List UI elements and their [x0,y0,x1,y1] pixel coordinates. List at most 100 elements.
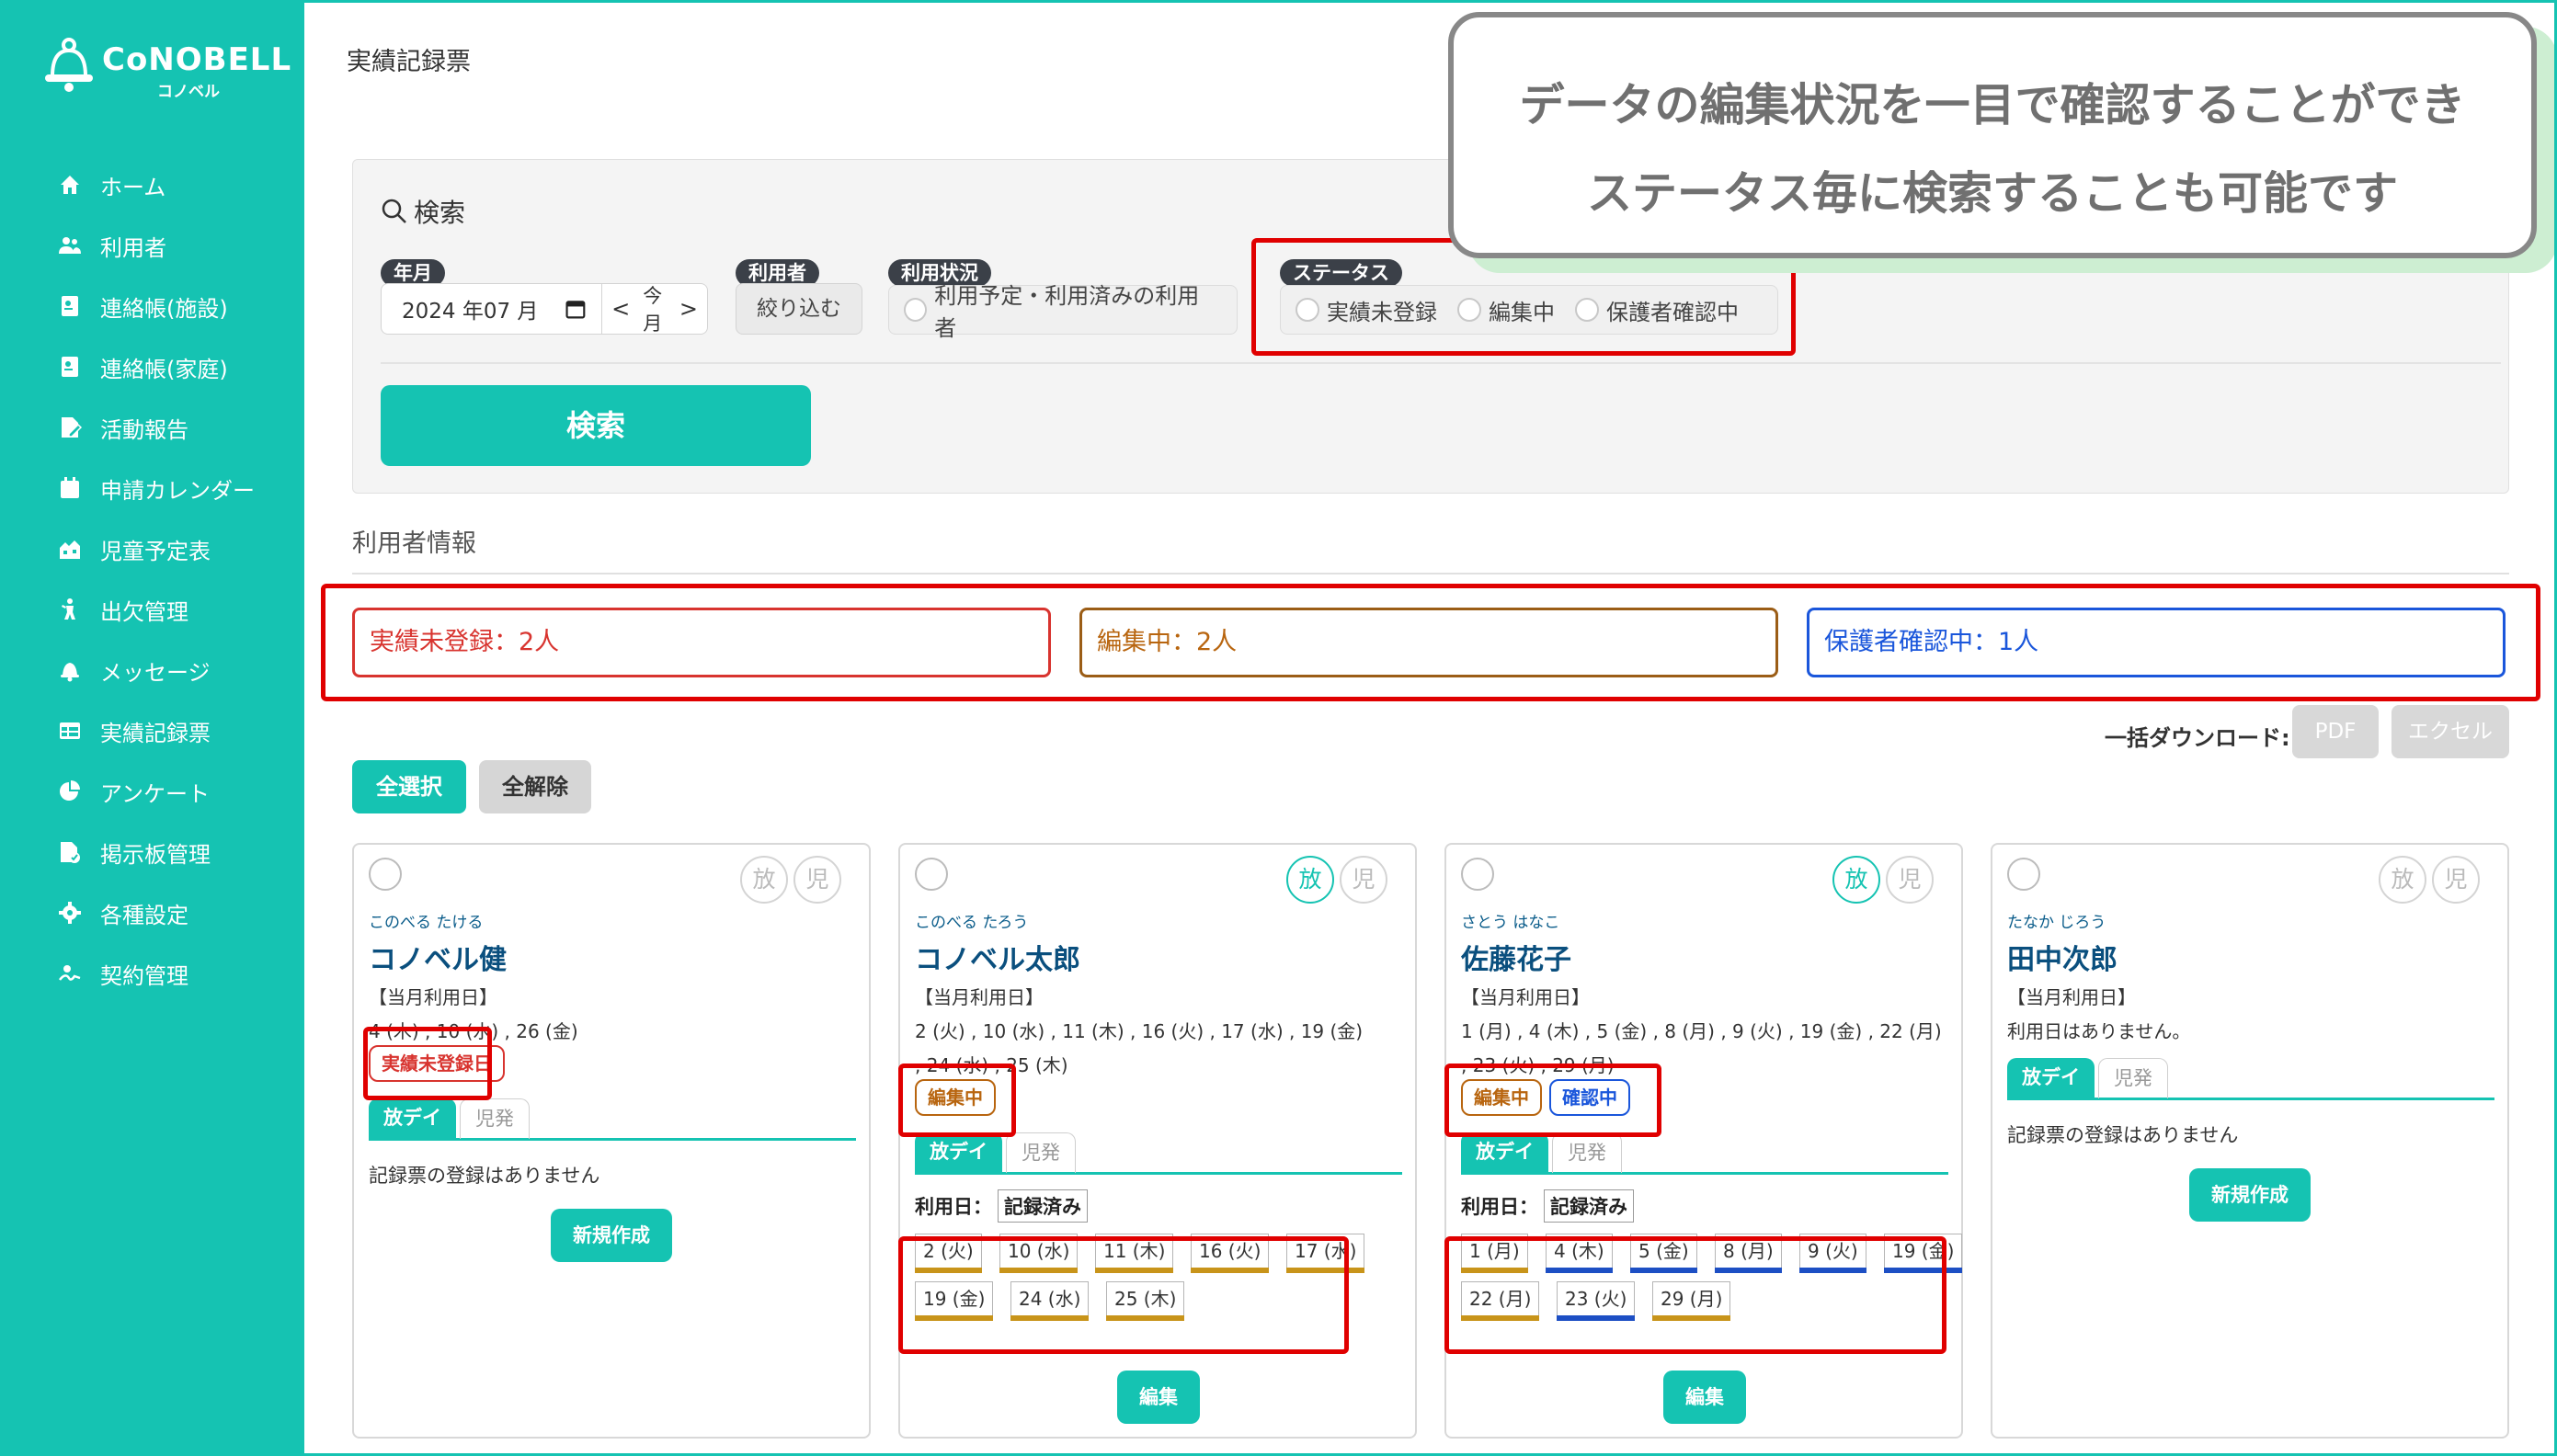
next-month-button[interactable]: > [679,296,698,322]
usage-heading: 【当月利用日】 [1461,986,1590,1008]
tab-houday[interactable]: 放デイ [2007,1058,2095,1098]
card-checkbox[interactable] [915,858,948,891]
board-icon [56,838,84,866]
service-hou-badge[interactable]: 放 [1286,856,1334,904]
deselect-all-button[interactable]: 全解除 [479,760,591,813]
sidebar-item-11[interactable]: アンケート [3,761,304,822]
tab-jihatsu[interactable]: 児発 [1552,1132,1622,1173]
sidebar-item-label: 実績記録票 [100,720,211,746]
tab-houday[interactable]: 放デイ [915,1132,1002,1173]
sidebar-item-label: メッセージ [100,659,211,686]
sidebar-item-label: 利用者 [100,234,166,261]
contact-book-icon [56,353,84,381]
pdf-button[interactable]: PDF [2292,705,2379,758]
sidebar-item-1[interactable]: ホーム [3,154,304,215]
edit-button[interactable]: 編集 [1117,1371,1200,1424]
tab-houday[interactable]: 放デイ [369,1098,456,1139]
gear-icon [56,899,84,927]
tab-jihatsu[interactable]: 児発 [1006,1132,1076,1173]
card-checkbox[interactable] [1461,858,1494,891]
edit-button[interactable]: 編集 [1663,1371,1746,1424]
brand-name: CoNOBELL [102,41,292,78]
sidebar-item-9[interactable]: メッセージ [3,640,304,700]
service-hou-badge[interactable]: 放 [740,856,788,904]
user-name[interactable]: 田中次郎 [2007,937,2118,977]
select-all-button[interactable]: 全選択 [352,760,466,813]
sidebar-item-12[interactable]: 掲示板管理 [3,822,304,882]
summary-parent-confirm[interactable]: 保護者確認中：1人 [1807,608,2506,677]
use-day-label: 利用日： [915,1196,992,1218]
tab-jihatsu[interactable]: 児発 [460,1098,530,1139]
sidebar-nav: ホーム利用者連絡帳(施設) 連絡帳(家庭) 活動報告申請カレンダー 児童予定表出欠管理… [3,154,304,1004]
user-card: 放児たなか じろう 田中次郎 【当月利用日】 利用日はありません。 放デイ 児発 記録票の登… [1991,843,2509,1439]
user-kana: さとう はなこ [1461,914,1560,932]
table-icon [56,717,84,745]
page-title: 実績記録票 [347,48,471,76]
sidebar-item-7[interactable]: 児童予定表 [3,518,304,579]
search-heading: 検索 [381,193,465,230]
calendar-icon[interactable] [565,296,587,322]
service-ji-badge[interactable]: 児 [793,856,841,904]
section-divider [352,573,2509,574]
sidebar-item-3[interactable]: 連絡帳(施設) [3,276,304,336]
service-ji-badge[interactable]: 児 [1340,856,1387,904]
card2-dates-highlight [898,1236,1349,1354]
service-ji-badge[interactable]: 児 [2432,856,2480,904]
calendar-icon [56,474,84,502]
card-checkbox[interactable] [369,858,402,891]
user-name[interactable]: コノベル太郎 [915,937,1080,977]
sidebar-item-5[interactable]: 活動報告 [3,397,304,458]
use-day-row: 利用日： 記録済み [915,1189,1088,1223]
sidebar-item-label: 各種設定 [100,902,188,928]
new-record-button[interactable]: 新規作成 [2189,1168,2311,1222]
tab-houday[interactable]: 放デイ [1461,1132,1548,1173]
sidebar-item-4[interactable]: 連絡帳(家庭) [3,336,304,397]
sidebar-item-label: 活動報告 [100,416,188,443]
service-tabs: 放デイ 児発 [2007,1058,2494,1100]
user-name[interactable]: コノベル健 [369,937,507,977]
search-icon [382,199,406,223]
sidebar-item-label: 連絡帳(施設) [100,295,228,322]
sidebar-item-13[interactable]: 各種設定 [3,882,304,943]
service-hou-badge[interactable]: 放 [1832,856,1880,904]
this-month-button[interactable]: 今月 [643,281,667,336]
service-tabs: 放デイ 児発 [915,1132,1402,1175]
prev-month-button[interactable]: < [611,296,630,322]
schedule-icon [56,535,84,563]
sidebar-item-8[interactable]: 出欠管理 [3,579,304,640]
summary-editing[interactable]: 編集中：2人 [1079,608,1778,677]
user-name[interactable]: 佐藤花子 [1461,937,1571,977]
sidebar-item-10[interactable]: 実績記録票 [3,700,304,761]
card1-badge-highlight [363,1027,492,1100]
summary-unregistered[interactable]: 実績未登録：2人 [352,608,1051,677]
user-filter-button[interactable]: 絞り込む [736,283,862,335]
tab-jihatsu[interactable]: 児発 [2098,1058,2168,1098]
card3-badge-highlight [1444,1064,1661,1137]
recorded-tag: 記録済み [1544,1189,1634,1223]
sidebar-item-label: 児童予定表 [100,538,211,564]
excel-button[interactable]: エクセル [2391,705,2509,758]
month-nav: < 今月 > [601,283,707,335]
usage-option-label: 利用予定・利用済みの利用者 [934,283,1200,341]
service-hou-badge[interactable]: 放 [2379,856,2426,904]
brand-sub: コノベル [157,83,220,101]
usage-heading: 【当月利用日】 [915,986,1044,1008]
sidebar-item-14[interactable]: 契約管理 [3,943,304,1004]
app-window: CoNOBELL コノベル ホーム利用者連絡帳(施設) 連絡帳(家庭) 活動報告申請… [0,0,2557,1456]
new-record-button[interactable]: 新規作成 [551,1209,672,1262]
brand-logo[interactable]: CoNOBELL コノベル [40,36,291,101]
card-checkbox[interactable] [2007,858,2040,891]
sidebar-item-2[interactable]: 利用者 [3,215,304,276]
service-ji-badge[interactable]: 児 [1886,856,1934,904]
sidebar-item-label: 申請カレンダー [100,477,255,504]
usage-heading: 【当月利用日】 [369,986,497,1008]
usage-radio[interactable] [904,298,928,322]
report-icon [56,414,84,441]
search-button[interactable]: 検索 [381,385,811,466]
usage-option[interactable]: 利用予定・利用済みの利用者 [904,278,1211,342]
card3-dates-highlight [1444,1236,1946,1354]
no-record-text: 記録票の登録はありません [2007,1124,2239,1146]
sidebar-item-6[interactable]: 申請カレンダー [3,458,304,518]
use-day-label: 利用日： [1461,1196,1538,1218]
month-input[interactable]: 2024 年07 月 [382,293,565,324]
